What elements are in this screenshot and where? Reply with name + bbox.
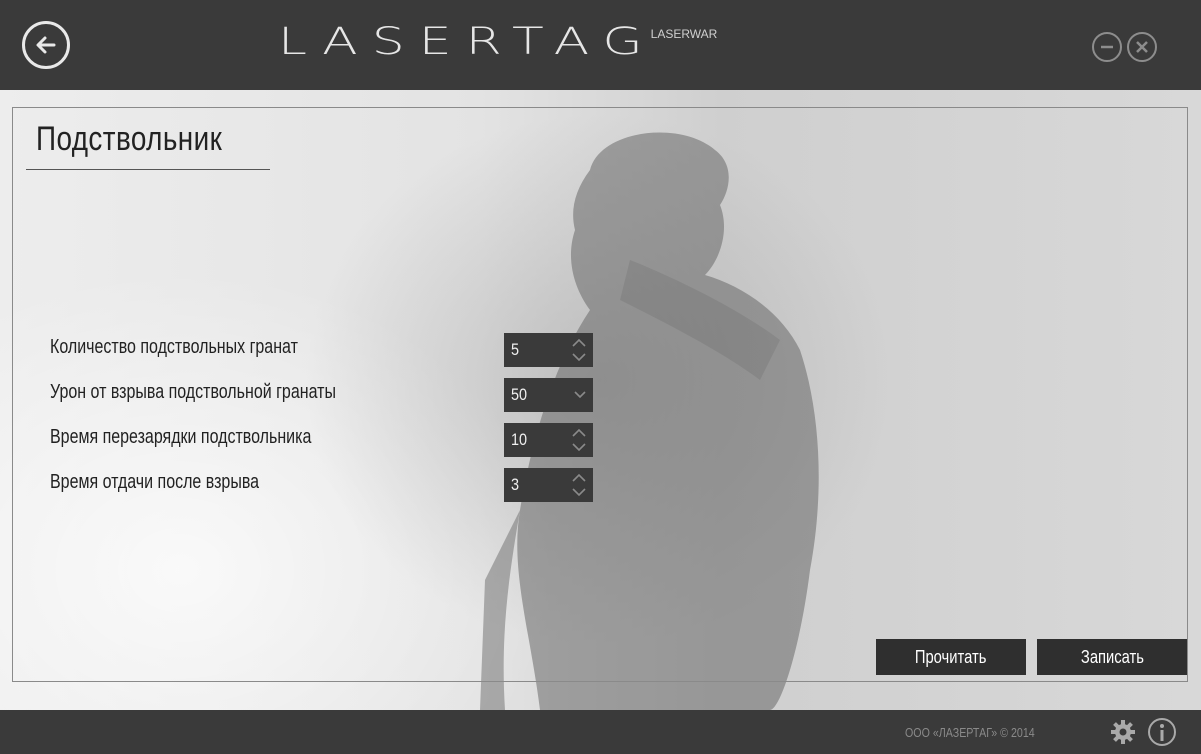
minimize-button[interactable] — [1092, 32, 1122, 62]
read-button[interactable]: Прочитать — [876, 639, 1026, 675]
setting-label: Урон от взрыва подствольной гранаты — [50, 381, 336, 403]
info-icon — [1160, 724, 1164, 741]
page-title: Подствольник — [36, 120, 223, 158]
recoil-time-spinner[interactable]: 3 — [504, 468, 593, 502]
write-button[interactable]: Записать — [1037, 639, 1187, 675]
status-bar: ООО «ЛАЗЕРТАГ» © 2014 — [0, 710, 1201, 754]
read-button-label: Прочитать — [915, 647, 987, 667]
setting-label: Количество подствольных гранат — [50, 336, 298, 358]
setting-row-recoil-time: Время отдачи после взрыва 3 — [50, 468, 595, 502]
setting-row-reload-time: Время перезарядки подствольника 10 — [50, 423, 595, 457]
setting-label: Время перезарядки подствольника — [50, 426, 312, 448]
setting-row-grenade-count: Количество подствольных гранат 5 — [50, 333, 595, 367]
chevron-down-icon[interactable] — [573, 388, 587, 402]
gear-icon[interactable] — [1110, 719, 1136, 745]
setting-row-explosion-damage: Урон от взрыва подствольной гранаты 50 — [50, 378, 595, 412]
copyright-text: ООО «ЛАЗЕРТАГ» © 2014 — [905, 725, 1035, 740]
logo-text: LASERTAG — [278, 20, 657, 64]
spinner-value[interactable]: 3 — [511, 475, 519, 495]
main-panel: Подствольник Количество подствольных гра… — [0, 90, 1201, 710]
app-logo: LASERTAG LASERWAR — [278, 20, 718, 74]
spinner-arrows-icon[interactable] — [570, 426, 588, 454]
spinner-value[interactable]: 5 — [511, 340, 519, 360]
minimize-icon — [1101, 45, 1113, 49]
spinner-value[interactable]: 10 — [511, 430, 527, 450]
dropdown-value[interactable]: 50 — [511, 385, 527, 405]
back-button[interactable] — [22, 21, 70, 69]
setting-label: Время отдачи после взрыва — [50, 471, 260, 493]
logo-subtitle: LASERWAR — [650, 27, 718, 41]
close-icon — [1136, 41, 1148, 53]
back-arrow-icon — [36, 36, 56, 54]
title-bar: LASERTAG LASERWAR — [0, 0, 1201, 90]
info-button[interactable] — [1148, 718, 1176, 746]
close-button[interactable] — [1127, 32, 1157, 62]
spinner-arrows-icon[interactable] — [570, 471, 588, 499]
title-divider — [26, 169, 270, 170]
explosion-damage-dropdown[interactable]: 50 — [504, 378, 593, 412]
write-button-label: Записать — [1080, 647, 1144, 667]
reload-time-spinner[interactable]: 10 — [504, 423, 593, 457]
spinner-arrows-icon[interactable] — [570, 336, 588, 364]
grenade-count-spinner[interactable]: 5 — [504, 333, 593, 367]
